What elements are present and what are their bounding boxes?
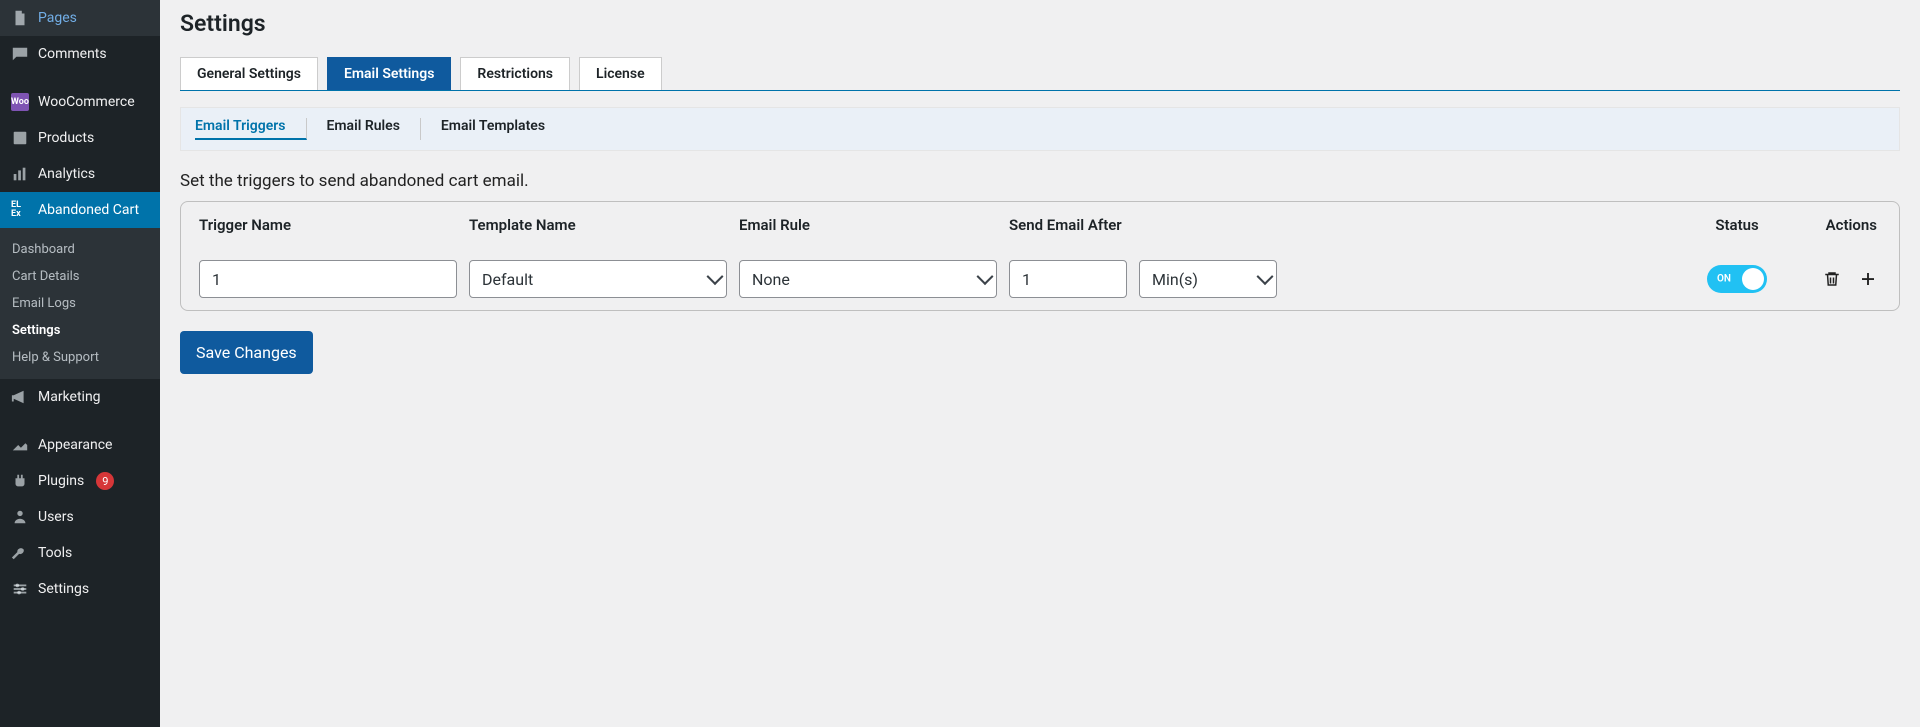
woocommerce-icon: Woo	[10, 92, 30, 112]
plugins-badge: 9	[96, 472, 114, 490]
marketing-icon	[10, 387, 30, 407]
subtab-email-triggers[interactable]: Email Triggers	[195, 118, 307, 140]
email-subtabs: Email Triggers Email Rules Email Templat…	[180, 107, 1900, 151]
sidebar-label: Plugins	[38, 473, 84, 489]
sidebar-label: Products	[38, 130, 94, 146]
tab-license[interactable]: License	[579, 57, 662, 90]
subtab-email-rules[interactable]: Email Rules	[327, 118, 421, 140]
plugins-icon	[10, 471, 30, 491]
sidebar-item-abandoned-cart[interactable]: EL Ex Abandoned Cart	[0, 192, 160, 228]
toggle-handle	[1742, 268, 1764, 290]
analytics-icon	[10, 164, 30, 184]
sidebar-label: Appearance	[38, 437, 112, 453]
submenu-dashboard[interactable]: Dashboard	[0, 236, 160, 263]
delete-icon[interactable]	[1823, 270, 1841, 288]
save-button[interactable]: Save Changes	[180, 331, 313, 374]
appearance-icon	[10, 435, 30, 455]
sidebar-label: Settings	[38, 581, 89, 597]
submenu-settings[interactable]: Settings	[0, 317, 160, 344]
tab-restrictions[interactable]: Restrictions	[460, 57, 570, 90]
sidebar-item-products[interactable]: Products	[0, 120, 160, 156]
settings-tabs: General Settings Email Settings Restrict…	[180, 57, 1900, 91]
sidebar-item-users[interactable]: Users	[0, 499, 160, 535]
sidebar-item-marketing[interactable]: Marketing	[0, 379, 160, 415]
col-status: Status	[1687, 216, 1787, 234]
sidebar-label: WooCommerce	[38, 94, 135, 110]
sidebar-label: Marketing	[38, 389, 101, 405]
sidebar-item-woocommerce[interactable]: Woo WooCommerce	[0, 84, 160, 120]
add-icon[interactable]	[1859, 270, 1877, 288]
email-rule-select[interactable]: None	[739, 260, 997, 298]
sidebar-item-appearance[interactable]: Appearance	[0, 427, 160, 463]
products-icon	[10, 128, 30, 148]
sidebar-item-comments[interactable]: Comments	[0, 36, 160, 72]
sidebar-label: Abandoned Cart	[38, 202, 139, 218]
submenu-cart-details[interactable]: Cart Details	[0, 263, 160, 290]
page-icon	[10, 8, 30, 28]
comment-icon	[10, 44, 30, 64]
col-trigger-name: Trigger Name	[193, 216, 463, 234]
sidebar-item-pages[interactable]: Pages	[0, 0, 160, 36]
submenu-email-logs[interactable]: Email Logs	[0, 290, 160, 317]
toggle-label: ON	[1717, 274, 1731, 285]
tools-icon	[10, 543, 30, 563]
submenu-help[interactable]: Help & Support	[0, 344, 160, 371]
sidebar-submenu: Dashboard Cart Details Email Logs Settin…	[0, 228, 160, 379]
send-after-value-input[interactable]	[1009, 260, 1127, 298]
page-title: Settings	[180, 10, 1920, 37]
sidebar-label: Users	[38, 509, 74, 525]
col-actions: Actions	[1787, 216, 1887, 234]
template-name-select[interactable]: Default	[469, 260, 727, 298]
subtab-email-templates[interactable]: Email Templates	[441, 118, 565, 140]
sidebar-item-settings[interactable]: Settings	[0, 571, 160, 607]
sidebar-label: Tools	[38, 545, 72, 561]
tab-general-settings[interactable]: General Settings	[180, 57, 318, 90]
sidebar-item-analytics[interactable]: Analytics	[0, 156, 160, 192]
tab-email-settings[interactable]: Email Settings	[327, 57, 451, 90]
col-email-rule: Email Rule	[733, 216, 1003, 234]
sidebar-label: Analytics	[38, 166, 95, 182]
table-header: Trigger Name Template Name Email Rule Se…	[181, 202, 1899, 248]
table-row: Default None Min(s) ON	[181, 248, 1899, 310]
sidebar-item-plugins[interactable]: Plugins 9	[0, 463, 160, 499]
elex-icon: EL Ex	[10, 200, 30, 220]
trigger-name-input[interactable]	[199, 260, 457, 298]
sidebar-label: Pages	[38, 10, 77, 26]
help-text: Set the triggers to send abandoned cart …	[180, 171, 1900, 191]
main-content: Settings General Settings Email Settings…	[160, 0, 1920, 727]
col-template-name: Template Name	[463, 216, 733, 234]
col-send-after: Send Email After	[1003, 216, 1283, 234]
triggers-table: Trigger Name Template Name Email Rule Se…	[180, 201, 1900, 311]
sidebar-label: Comments	[38, 46, 107, 62]
settings-icon	[10, 579, 30, 599]
sidebar-item-tools[interactable]: Tools	[0, 535, 160, 571]
send-after-unit-select[interactable]: Min(s)	[1139, 260, 1277, 298]
status-toggle[interactable]: ON	[1707, 265, 1767, 293]
admin-sidebar: Pages Comments Woo WooCommerce Products …	[0, 0, 160, 727]
users-icon	[10, 507, 30, 527]
